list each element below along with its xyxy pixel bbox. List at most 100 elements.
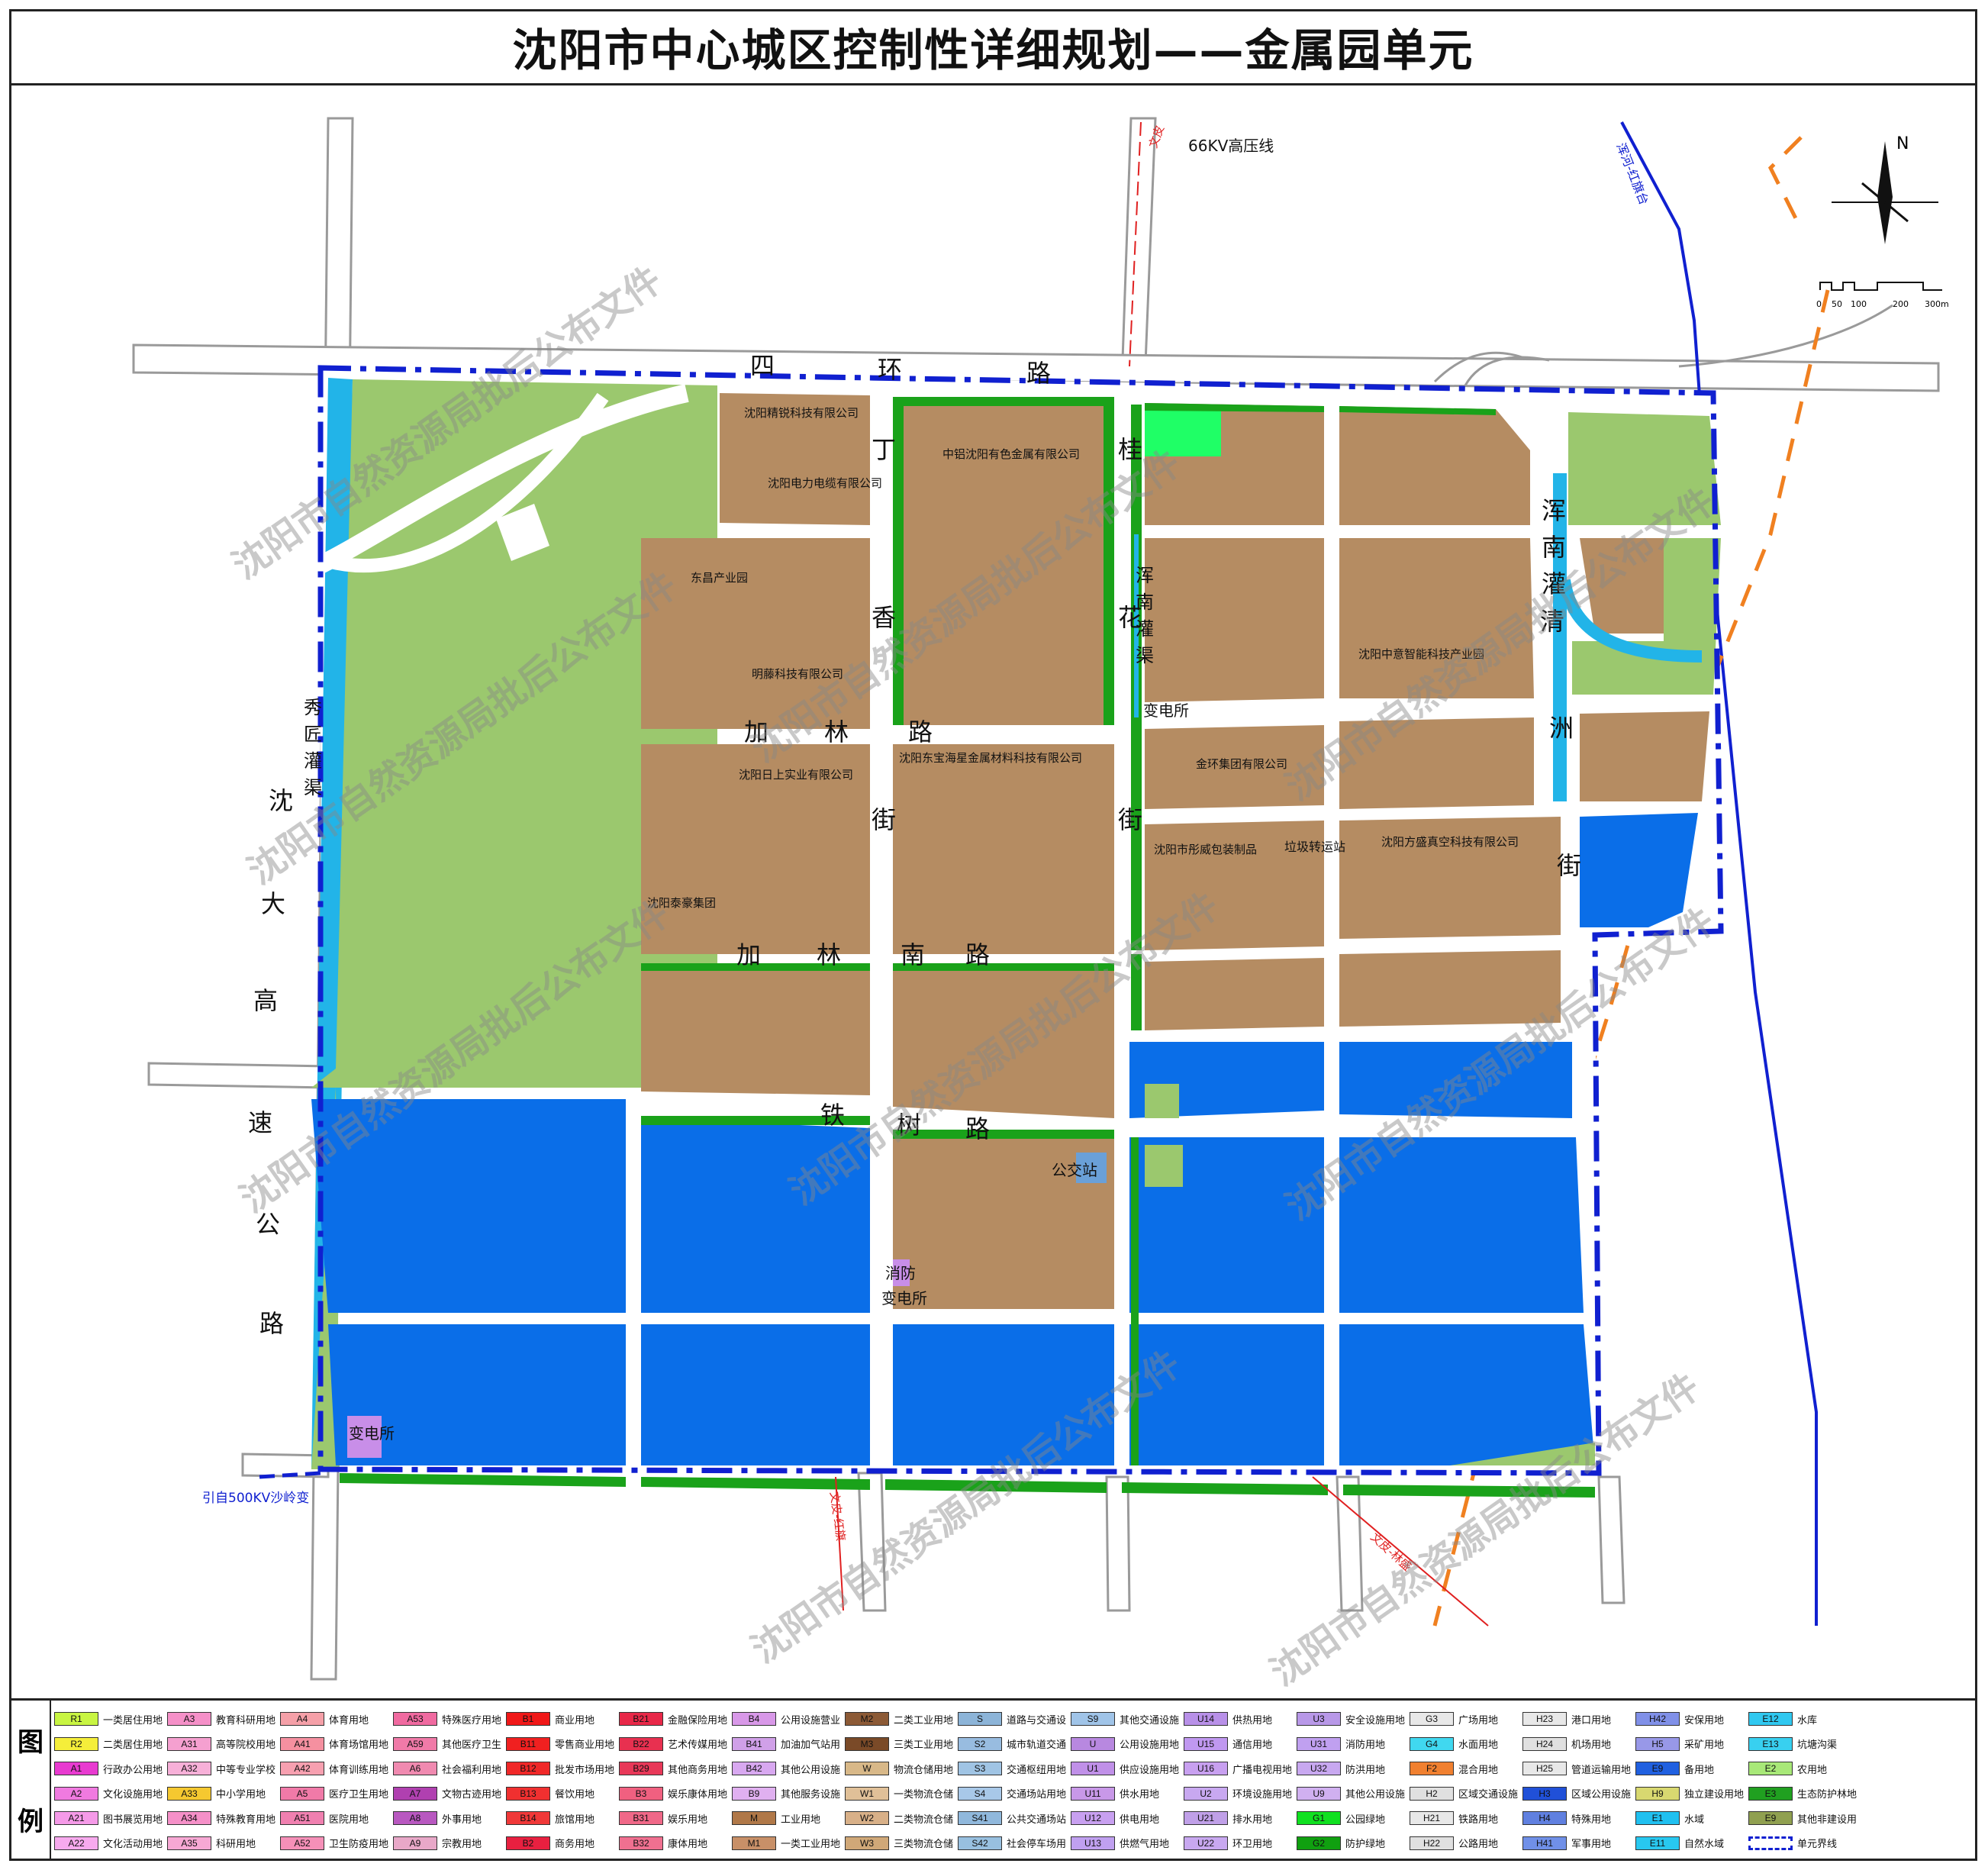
legend-label: 娱乐用地 <box>668 1814 708 1826</box>
legend-label: 中等专业学校用地 <box>216 1764 275 1776</box>
legend-item: W1 一类物流仓储用地 <box>845 1781 953 1807</box>
legend-swatch: A9 <box>393 1836 437 1850</box>
legend-label: 三类工业用地 <box>894 1739 953 1752</box>
company-label: 中铝沈阳有色金属有限公司 <box>942 447 1080 461</box>
legend-item: S41 公共交通场站用地 <box>958 1806 1066 1831</box>
facility-label: 公交站 <box>1052 1161 1097 1179</box>
legend-label: 一类居住用地 <box>103 1714 163 1727</box>
scale-tick: 300m <box>1925 299 1949 309</box>
legend-item: A22 文化活动用地 <box>54 1831 163 1856</box>
legend-item: E9 其他非建设用地 <box>1748 1806 1857 1831</box>
legend-item: B13 餐饮用地 <box>506 1781 614 1807</box>
legend-label: 其他公用设施营业网点用地 <box>781 1764 840 1776</box>
legend-swatch: A4 <box>280 1712 324 1727</box>
legend-label: 供电用地 <box>1120 1814 1160 1826</box>
road-label: 浑 <box>1542 496 1566 525</box>
legend-item: A7 文物古迹用地 <box>393 1781 501 1807</box>
legend-item: U2 环境设施用地 <box>1184 1781 1292 1807</box>
legend-label: 管道运输用地 <box>1571 1764 1631 1776</box>
plot-industrial <box>893 744 1114 954</box>
legend-label: 文化活动用地 <box>103 1839 163 1851</box>
road-north-stub <box>1120 117 1157 383</box>
facility-label: 变电所 <box>881 1289 927 1307</box>
legend-swatch: E9 <box>1635 1762 1680 1776</box>
legend-item: H24 机场用地 <box>1522 1732 1631 1757</box>
legend-label: 其他非建设用地 <box>1797 1814 1857 1826</box>
legend-label: 公用设施用地 <box>1120 1739 1179 1752</box>
legend-swatch: A22 <box>54 1836 98 1850</box>
legend-label: 体育用地 <box>329 1714 369 1727</box>
legend-label: 体育场馆用地 <box>329 1739 388 1752</box>
road-label: 路 <box>965 1114 990 1143</box>
road-label: 铁 <box>820 1101 845 1130</box>
legend-label: 环卫用地 <box>1232 1839 1273 1851</box>
company-label: 沈阳日上实业有限公司 <box>739 768 853 782</box>
legend-swatch <box>1748 1836 1793 1850</box>
legend-label: 生态防护林地 <box>1797 1789 1857 1801</box>
legend-item: H9 独立建设用地 <box>1635 1781 1744 1807</box>
legend-item: E1 水域 <box>1635 1806 1744 1831</box>
legend-label: 中小学用地 <box>216 1789 266 1801</box>
facility-label: 消防 <box>885 1264 916 1282</box>
legend-item: B12 批发市场用地 <box>506 1756 614 1781</box>
legend-item: S42 社会停车场用地 <box>958 1831 1066 1856</box>
legend-swatch: B21 <box>619 1712 663 1727</box>
legend-swatch: E1 <box>1635 1811 1680 1826</box>
title-bar: 沈阳市中心城区控制性详细规划——金属园单元 <box>9 9 1977 85</box>
legend-label: 公路用地 <box>1458 1839 1499 1851</box>
road-label: 路 <box>1026 359 1051 388</box>
legend-swatch: A8 <box>393 1811 437 1826</box>
company-label: 沈阳精锐科技有限公司 <box>744 406 859 420</box>
legend-label: 其他服务设施用地 <box>781 1789 840 1801</box>
legend-swatch: B29 <box>619 1762 663 1776</box>
legend-item: H41 军事用地 <box>1522 1831 1631 1856</box>
road-south-stub-2 <box>1105 1475 1131 1612</box>
canal-label: 灌 <box>1136 618 1154 640</box>
legend-item: A1 行政办公用地 <box>54 1756 163 1781</box>
legend-swatch: U32 <box>1297 1762 1341 1776</box>
legend-item: U31 消防用地 <box>1297 1732 1405 1757</box>
road-label: 路 <box>908 717 933 746</box>
legend-item: A31 高等院校用地 <box>167 1732 275 1757</box>
legend-item: H25 管道运输用地 <box>1522 1756 1631 1781</box>
legend-item: 单元界线 <box>1748 1831 1857 1856</box>
legend-label: 港口用地 <box>1571 1714 1612 1727</box>
south-green-belt <box>340 1473 626 1487</box>
plot-storage <box>1580 813 1698 927</box>
legend-item: A59 其他医疗卫生用地 <box>393 1732 501 1757</box>
legend-item: H2 区域交通设施用地 <box>1410 1781 1518 1807</box>
legend-header-char: 例 <box>18 1806 43 1837</box>
legend-swatch: E12 <box>1748 1712 1793 1727</box>
legend-label: 供热用地 <box>1232 1714 1273 1727</box>
legend-label: 道路与交通设施用地 <box>1007 1714 1066 1727</box>
legend-swatch: S9 <box>1071 1712 1115 1727</box>
legend-label: 教育科研用地 <box>216 1714 275 1727</box>
plot-protective <box>893 1130 1114 1139</box>
legend-label: 单元界线 <box>1797 1839 1838 1851</box>
legend-label: 特殊教育用地 <box>216 1814 275 1826</box>
legend-swatch: M2 <box>845 1712 889 1727</box>
legend-item: U14 供热用地 <box>1184 1707 1292 1732</box>
road-label: 街 <box>872 805 896 834</box>
legend-label: 零售商业用地 <box>555 1739 614 1752</box>
legend-item: H22 公路用地 <box>1410 1831 1518 1856</box>
legend-swatch: U <box>1071 1736 1115 1751</box>
legend-item: B29 其他商务用地 <box>619 1756 727 1781</box>
legend-label: 农用地 <box>1797 1764 1828 1776</box>
road-label: 大 <box>261 889 285 918</box>
compass-needle <box>1877 141 1893 244</box>
legend-swatch: M <box>732 1811 776 1826</box>
legend-item: F2 混合用地 <box>1410 1756 1518 1781</box>
legend-label: 供应设施用地 <box>1120 1764 1179 1776</box>
legend-item: H4 特殊用地 <box>1522 1806 1631 1831</box>
legend-item: S9 其他交通设施用地 <box>1071 1707 1179 1732</box>
legend-swatch: B41 <box>732 1736 776 1751</box>
legend-label: 交通枢纽用地 <box>1007 1764 1066 1776</box>
road-label: 速 <box>248 1108 272 1137</box>
map-title: 沈阳市中心城区控制性详细规划——金属园单元 <box>512 24 1474 76</box>
south-green-belt <box>1122 1482 1328 1495</box>
legend-item: B11 零售商业用地 <box>506 1732 614 1757</box>
legend-label: 社会停车场用地 <box>1007 1839 1066 1851</box>
legend-label: 医院用地 <box>329 1814 369 1826</box>
legend-label: 广播电视用地 <box>1232 1764 1292 1776</box>
